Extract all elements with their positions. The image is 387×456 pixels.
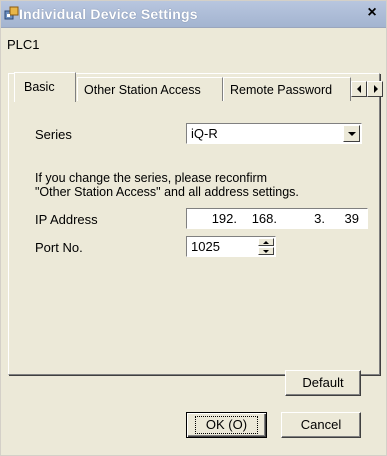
close-icon[interactable]: ×: [364, 4, 380, 22]
series-label: Series: [35, 127, 72, 142]
tab-basic[interactable]: Basic: [14, 72, 76, 102]
cancel-button[interactable]: Cancel: [281, 412, 361, 438]
device-settings-icon: [4, 6, 19, 20]
dialog-window: Individual Device Settings × PLC1 Basic …: [0, 0, 387, 456]
series-dropdown[interactable]: iQ-R: [186, 123, 362, 144]
ok-button[interactable]: OK (O): [186, 412, 267, 438]
ip-octet-1[interactable]: 192.: [199, 211, 237, 226]
port-spinner: [258, 238, 274, 255]
window-title: Individual Device Settings: [19, 6, 198, 22]
spin-up-icon: [263, 241, 269, 244]
title-bar[interactable]: Individual Device Settings ×: [1, 1, 386, 28]
tab-basic-label: Basic: [24, 80, 55, 94]
note-line-1: If you change the series, please reconfi…: [35, 171, 268, 185]
default-button[interactable]: Default: [285, 370, 361, 396]
ok-button-label: OK (O): [194, 416, 259, 434]
device-name-label: PLC1: [7, 37, 40, 52]
scroll-left-icon: [357, 85, 361, 93]
ip-octet-3[interactable]: 3.: [295, 211, 325, 226]
series-dropdown-button[interactable]: [343, 125, 360, 142]
series-change-note: If you change the series, please reconfi…: [35, 171, 299, 199]
ip-address-field[interactable]: 192. 168. 3. 39: [186, 208, 368, 229]
ip-octet-4[interactable]: 39: [335, 211, 359, 226]
tab-scroll-left-button[interactable]: [351, 81, 367, 97]
port-number-value: 1025: [191, 239, 220, 254]
tab-scroll-right-button[interactable]: [367, 81, 383, 97]
spin-down-icon: [263, 250, 269, 253]
spin-down-button[interactable]: [258, 247, 274, 255]
tab-remote-password[interactable]: Remote Password: [223, 77, 351, 101]
port-number-stepper[interactable]: 1025: [186, 236, 276, 257]
chevron-down-icon: [348, 132, 356, 136]
port-number-label: Port No.: [35, 240, 83, 255]
note-line-2: "Other Station Access" and all address s…: [35, 185, 299, 199]
tab-remote-password-label: Remote Password: [230, 83, 333, 97]
scroll-right-icon: [374, 85, 378, 93]
spin-up-button[interactable]: [258, 238, 274, 246]
tab-other-station-access-label: Other Station Access: [84, 83, 201, 97]
ip-address-label: IP Address: [35, 212, 98, 227]
tab-other-station-access[interactable]: Other Station Access: [77, 77, 223, 101]
ip-octet-2[interactable]: 168.: [243, 211, 277, 226]
series-value: iQ-R: [191, 126, 218, 141]
